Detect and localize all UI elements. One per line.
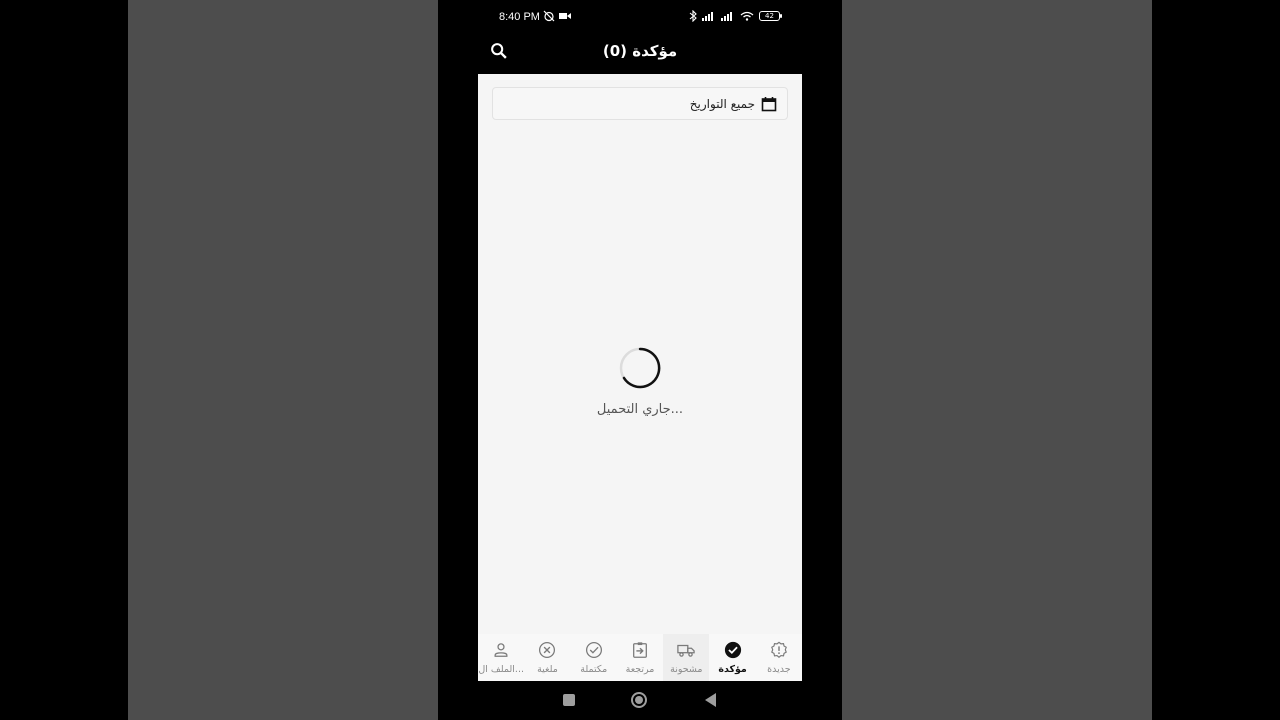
person-icon [492, 641, 510, 663]
nav-tab-0[interactable]: جديدة [756, 634, 802, 681]
home-button[interactable] [631, 692, 647, 708]
orders-content: جميع التواريخ جاري التحميل... [478, 74, 802, 634]
app-bar: مؤكدة (0) [438, 34, 842, 74]
nav-tab-4[interactable]: مكتملة [571, 634, 617, 681]
phone-screen: 8:40 PM 42 مؤكدة (0) جميع التواريخ جاري … [438, 0, 842, 720]
cancel-circle-icon [538, 641, 556, 663]
nav-tab-3[interactable]: مرتجعة [617, 634, 663, 681]
alarm-off-icon [543, 10, 555, 22]
nav-tab-5[interactable]: ملغية [524, 634, 570, 681]
alert-badge-icon [770, 641, 788, 663]
nav-tab-2[interactable]: مشحونة [663, 634, 710, 681]
date-filter-label: جميع التواريخ [689, 96, 755, 111]
check-circle-filled-icon [724, 641, 742, 663]
nav-tab-label: الملف ال... [478, 664, 524, 675]
left-letterbox [128, 0, 438, 720]
truck-icon [677, 641, 696, 663]
back-button[interactable] [705, 693, 716, 707]
return-clipboard-icon [631, 641, 649, 663]
recents-button[interactable] [563, 694, 575, 706]
wifi-icon [740, 11, 754, 21]
status-left-icons [543, 10, 571, 22]
loading-spinner-icon [619, 347, 661, 389]
screen: 8:40 PM 42 مؤكدة (0) جميع التواريخ جاري … [0, 0, 1280, 720]
nav-tab-1[interactable]: مؤكدة [709, 634, 755, 681]
date-filter-button[interactable]: جميع التواريخ [492, 87, 788, 120]
nav-tab-label: ملغية [537, 664, 558, 675]
bluetooth-icon [689, 10, 697, 22]
nav-tab-6[interactable]: الملف ال... [478, 634, 524, 681]
status-bar: 8:40 PM 42 [438, 0, 842, 34]
signal-icon-2 [721, 12, 732, 21]
signal-icon [702, 12, 713, 21]
system-navigation-bar [438, 681, 842, 720]
nav-tab-label: مكتملة [580, 664, 608, 675]
nav-tab-label: مشحونة [670, 664, 703, 675]
bottom-navigation: جديدة مؤكدة مشحونة مرتجعة مكتملة ملغية الملف ا… [478, 634, 802, 681]
nav-tab-label: مرتجعة [625, 664, 655, 675]
nav-tab-label: مؤكدة [718, 664, 747, 675]
status-time: 8:40 PM [499, 11, 540, 23]
video-camera-icon [559, 13, 571, 19]
calendar-icon [761, 96, 777, 111]
nav-tab-label: جديدة [767, 664, 791, 675]
check-circle-outline-icon [585, 641, 603, 663]
search-icon[interactable] [488, 40, 510, 62]
loading-text: جاري التحميل... [596, 402, 684, 417]
battery-icon: 42 [759, 11, 782, 21]
status-right-icons: 42 [689, 10, 782, 22]
right-letterbox [842, 0, 1152, 720]
loading-spinner-container [478, 346, 802, 390]
